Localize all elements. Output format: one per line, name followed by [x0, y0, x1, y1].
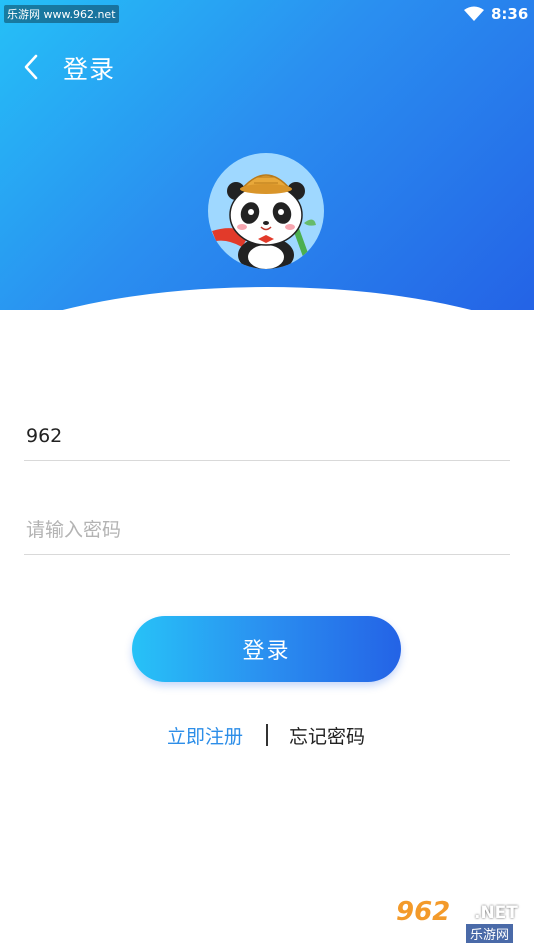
register-link[interactable]: 立即注册 — [167, 722, 243, 749]
username-input[interactable] — [24, 411, 510, 461]
panda-mascot-icon — [212, 174, 316, 269]
status-bar: 乐游网 www.962.net 8:36 — [0, 0, 534, 28]
watermark-site: 乐游网 — [466, 924, 514, 943]
header-curve — [0, 287, 534, 310]
avatar — [208, 153, 324, 269]
link-separator — [266, 724, 268, 746]
forgot-password-link[interactable]: 忘记密码 — [289, 722, 365, 749]
page-title: 登录 — [63, 55, 116, 84]
password-input[interactable] — [24, 505, 510, 555]
header-banner: 乐游网 www.962.net 8:36 登录 — [0, 0, 534, 310]
bottom-watermark: 962 .NET 乐游网 — [396, 897, 530, 945]
back-arrow-icon[interactable] — [20, 52, 44, 82]
watermark-brand: 962 — [396, 897, 451, 927]
wifi-icon — [464, 6, 484, 21]
status-watermark: 乐游网 www.962.net — [4, 5, 119, 23]
watermark-net: .NET — [474, 903, 518, 923]
auth-links: 立即注册 忘记密码 — [0, 722, 534, 750]
login-button[interactable]: 登录 — [132, 616, 401, 682]
status-time: 8:36 — [491, 5, 529, 23]
